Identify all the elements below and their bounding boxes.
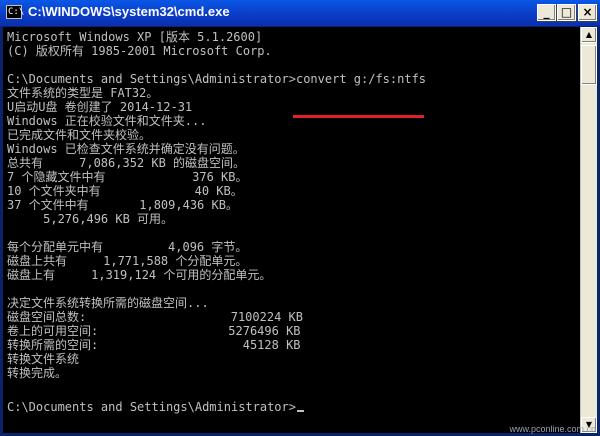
scroll-up-icon[interactable]: ▲ xyxy=(581,27,597,43)
console-line: 5,276,496 KB 可用。 xyxy=(7,212,174,226)
console-line: (C) 版权所有 1985-2001 Microsoft Corp. xyxy=(7,44,272,58)
console-line: 7 个隐藏文件中有 376 KB。 xyxy=(7,170,248,184)
console-line: 磁盘空间总数: 7100224 KB xyxy=(7,310,303,324)
console-output[interactable]: Microsoft Windows XP [版本 5.1.2600] (C) 版… xyxy=(3,27,580,433)
console-line: 磁盘上共有 1,771,588 个分配单元。 xyxy=(7,254,248,268)
console-line: 转换所需的空间: 45128 KB xyxy=(7,338,301,352)
console-line: U启动U盘 卷创建了 2014-12-31 xyxy=(7,100,193,114)
title-bar[interactable]: C:\ C:\WINDOWS\system32\cmd.exe _ □ × xyxy=(0,0,600,26)
text-cursor xyxy=(296,410,304,412)
console-line: Windows 正在校验文件和文件夹... xyxy=(7,114,207,128)
console-line: 磁盘上有 1,319,124 个可用的分配单元。 xyxy=(7,268,272,282)
maximize-button[interactable]: □ xyxy=(557,4,576,21)
window-title: C:\WINDOWS\system32\cmd.exe xyxy=(28,4,230,19)
console-line: 10 个文件夹中有 40 KB。 xyxy=(7,184,243,198)
console-line: 决定文件系统转换所需的磁盘空间... xyxy=(7,296,209,310)
console-line: 转换完成。 xyxy=(7,366,68,380)
prompt-line: C:\Documents and Settings\Administrator> xyxy=(7,400,304,414)
console-line: 总共有 7,086,352 KB 的磁盘空间。 xyxy=(7,156,246,170)
close-button[interactable]: × xyxy=(578,4,597,21)
cmd-app-icon[interactable]: C:\ xyxy=(6,5,24,19)
command-highlight-underline xyxy=(293,115,424,118)
vertical-scrollbar[interactable]: ▲ ▼ xyxy=(580,27,597,433)
console-line: 卷上的可用空间: 5276496 KB xyxy=(7,324,301,338)
console-line: 37 个文件中有 1,809,436 KB。 xyxy=(7,198,238,212)
console-line: Windows 已检查文件系统并确定没有问题。 xyxy=(7,142,245,156)
watermark-text: www.pconline.com.cn xyxy=(509,424,596,434)
console-line: 每个分配单元中有 4,096 字节。 xyxy=(7,240,248,254)
console-line: 转换文件系统 xyxy=(7,352,80,366)
command-line: C:\Documents and Settings\Administrator>… xyxy=(7,72,427,86)
scroll-thumb[interactable] xyxy=(581,45,597,85)
console-line: 文件系统的类型是 FAT32。 xyxy=(7,86,159,100)
minimize-button[interactable]: _ xyxy=(537,4,556,21)
console-line: Microsoft Windows XP [版本 5.1.2600] xyxy=(7,30,263,44)
cmd-window: C:\ C:\WINDOWS\system32\cmd.exe _ □ × Mi… xyxy=(0,0,600,436)
prompt-text: C:\Documents and Settings\Administrator> xyxy=(7,400,296,414)
console-line: 已完成文件和文件夹校验。 xyxy=(7,128,152,142)
